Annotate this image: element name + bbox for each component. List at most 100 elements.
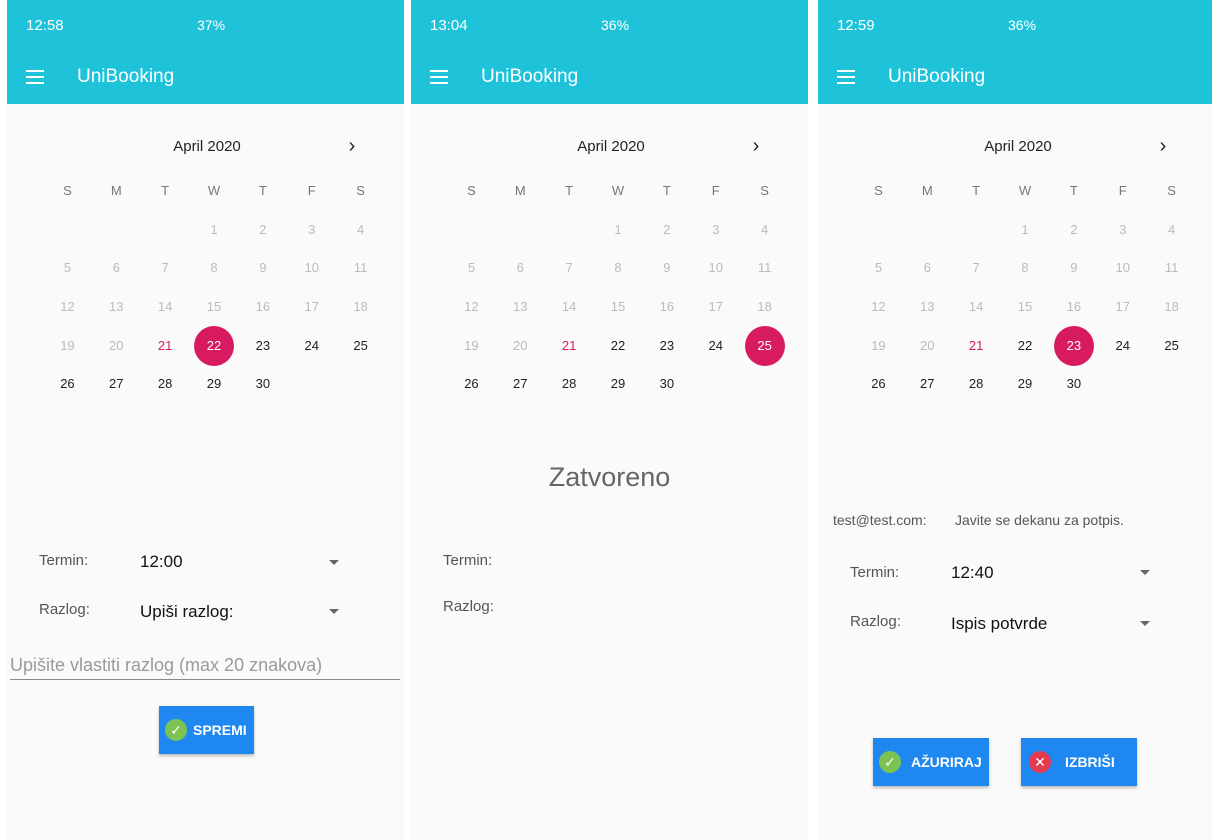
arrow-drop-down-icon[interactable] — [329, 560, 339, 565]
calendar-day: 14 — [157, 299, 173, 315]
custom-reason-input[interactable]: Upišite vlastiti razlog (max 20 znakova) — [10, 655, 322, 676]
calendar-day[interactable]: 27 — [92, 365, 141, 403]
chevron-right-icon[interactable]: › — [343, 134, 361, 158]
weekday-label: M — [110, 183, 122, 199]
calendar-day: 17 — [1115, 299, 1130, 315]
calendar-week-row: 5 6 7 8 9 10 11 — [447, 249, 789, 288]
calendar-day: 19 — [464, 337, 479, 353]
calendar-week-row: 12 13 14 15 16 17 18 — [854, 288, 1196, 327]
calendar-day[interactable]: 24 — [287, 327, 336, 365]
arrow-drop-down-icon[interactable] — [329, 609, 339, 614]
calendar-day[interactable]: 29 — [1001, 365, 1050, 403]
calendar-week-row: 19 20 21 22 23 24 25 — [43, 325, 385, 366]
calendar-day: 1 — [614, 221, 622, 237]
termin-label: Termin: — [443, 552, 493, 569]
calendar-day: 18 — [1164, 299, 1179, 315]
calendar-day[interactable]: 26 — [854, 365, 903, 403]
calendar-day: 3 — [712, 221, 720, 237]
calendar-month: April 2020 — [173, 138, 241, 155]
razlog-dropdown[interactable]: Ispis potvrde — [951, 614, 1047, 634]
update-button[interactable]: ✓ AŽURIRAJ — [873, 738, 989, 786]
calendar-day[interactable]: 29 — [190, 365, 239, 403]
weekday-label: M — [514, 183, 526, 199]
calendar-empty-cell — [903, 211, 952, 249]
calendar-empty-cell — [43, 211, 92, 249]
calendar-week-row: 19 20 21 22 23 24 25 — [447, 325, 789, 366]
check-circle-icon: ✓ — [879, 751, 901, 773]
calendar-day: 4 — [356, 221, 365, 237]
weekday-label: F — [1118, 183, 1127, 199]
calendar-day[interactable]: 21 — [141, 327, 190, 365]
calendar-day[interactable]: 29 — [594, 365, 643, 403]
weekday-label: S — [760, 183, 769, 199]
calendar-day: 7 — [565, 260, 573, 276]
weekday-label: S — [63, 183, 72, 199]
calendar-day[interactable]: 28 — [141, 365, 190, 403]
calendar-day[interactable]: 22 — [1001, 327, 1050, 365]
chevron-right-icon[interactable]: › — [1154, 134, 1172, 158]
calendar-day-selected[interactable]: 22 — [190, 325, 239, 366]
app-title: UniBooking — [77, 66, 175, 87]
calendar-day: 8 — [1021, 260, 1029, 276]
hamburger-icon[interactable] — [430, 70, 448, 84]
termin-label: Termin: — [39, 552, 89, 569]
calendar-day[interactable]: 30 — [1049, 365, 1098, 403]
calendar-day[interactable]: 24 — [1098, 327, 1147, 365]
razlog-label: Razlog: — [850, 613, 901, 630]
calendar-day[interactable]: 26 — [447, 365, 496, 403]
calendar-day[interactable]: 27 — [496, 365, 545, 403]
calendar-day: 12 — [871, 299, 886, 315]
calendar-day-selected[interactable]: 23 — [1049, 325, 1098, 366]
weekday-label: T — [161, 183, 170, 199]
calendar-day: 1 — [1021, 221, 1029, 237]
calendar-week-row: 19 20 21 22 23 24 25 — [854, 325, 1196, 366]
calendar-day[interactable]: 25 — [336, 327, 385, 365]
chevron-right-icon[interactable]: › — [747, 134, 765, 158]
calendar-day: 13 — [513, 299, 528, 315]
calendar-empty-cell — [740, 365, 789, 403]
calendar-day[interactable]: 23 — [238, 327, 287, 365]
calendar-day: 1 — [210, 221, 218, 237]
calendar-grid: S M T W T F S 1 2 3 4 5 6 7 8 9 10 11 12 13 14 15 16 17 18 19 20 21… — [447, 172, 789, 404]
status-bar: 12:59 36% — [818, 0, 1212, 56]
selected-day-number: 23 — [1066, 337, 1082, 353]
status-bar: 13:04 36% — [411, 0, 808, 56]
calendar-day[interactable]: 21 — [545, 327, 594, 365]
save-button[interactable]: ✓ SPREMI — [159, 706, 254, 754]
calendar-day: 16 — [1066, 299, 1082, 315]
arrow-drop-down-icon[interactable] — [1140, 621, 1150, 626]
calendar-day[interactable]: 26 — [43, 365, 92, 403]
razlog-dropdown[interactable]: Upiši razlog: — [140, 602, 234, 622]
calendar-day: 13 — [920, 299, 935, 315]
termin-dropdown[interactable]: 12:40 — [951, 563, 994, 583]
hamburger-icon[interactable] — [837, 70, 855, 84]
calendar-month: April 2020 — [577, 138, 645, 155]
calendar-day[interactable]: 21 — [952, 327, 1001, 365]
calendar-day: 3 — [1119, 221, 1127, 237]
weekday-label: W — [1018, 183, 1032, 199]
calendar-day[interactable]: 30 — [238, 365, 287, 403]
calendar-day[interactable]: 24 — [691, 327, 740, 365]
delete-button[interactable]: ✕ IZBRIŠI — [1021, 738, 1137, 786]
calendar-day[interactable]: 30 — [642, 365, 691, 403]
calendar-day[interactable]: 23 — [642, 327, 691, 365]
calendar-week-row: 1 2 3 4 — [854, 211, 1196, 250]
calendar-day: 7 — [161, 260, 169, 276]
calendar-day: 11 — [757, 260, 772, 276]
weekday-label: T — [565, 183, 574, 199]
calendar-day[interactable]: 22 — [594, 327, 643, 365]
closed-message: Zatvoreno — [548, 462, 671, 492]
calendar-day-selected[interactable]: 25 — [740, 325, 789, 366]
weekday-label: S — [874, 183, 883, 199]
termin-dropdown[interactable]: 12:00 — [140, 552, 183, 572]
hamburger-icon[interactable] — [26, 70, 44, 84]
arrow-drop-down-icon[interactable] — [1140, 570, 1150, 575]
calendar-day: 8 — [210, 260, 218, 276]
calendar-day[interactable]: 25 — [1147, 327, 1196, 365]
calendar-day[interactable]: 28 — [952, 365, 1001, 403]
save-button-label: SPREMI — [193, 722, 247, 738]
calendar-day[interactable]: 28 — [545, 365, 594, 403]
weekday-label: S — [467, 183, 476, 199]
calendar-day[interactable]: 27 — [903, 365, 952, 403]
calendar-week-row: 12 13 14 15 16 17 18 — [43, 288, 385, 327]
